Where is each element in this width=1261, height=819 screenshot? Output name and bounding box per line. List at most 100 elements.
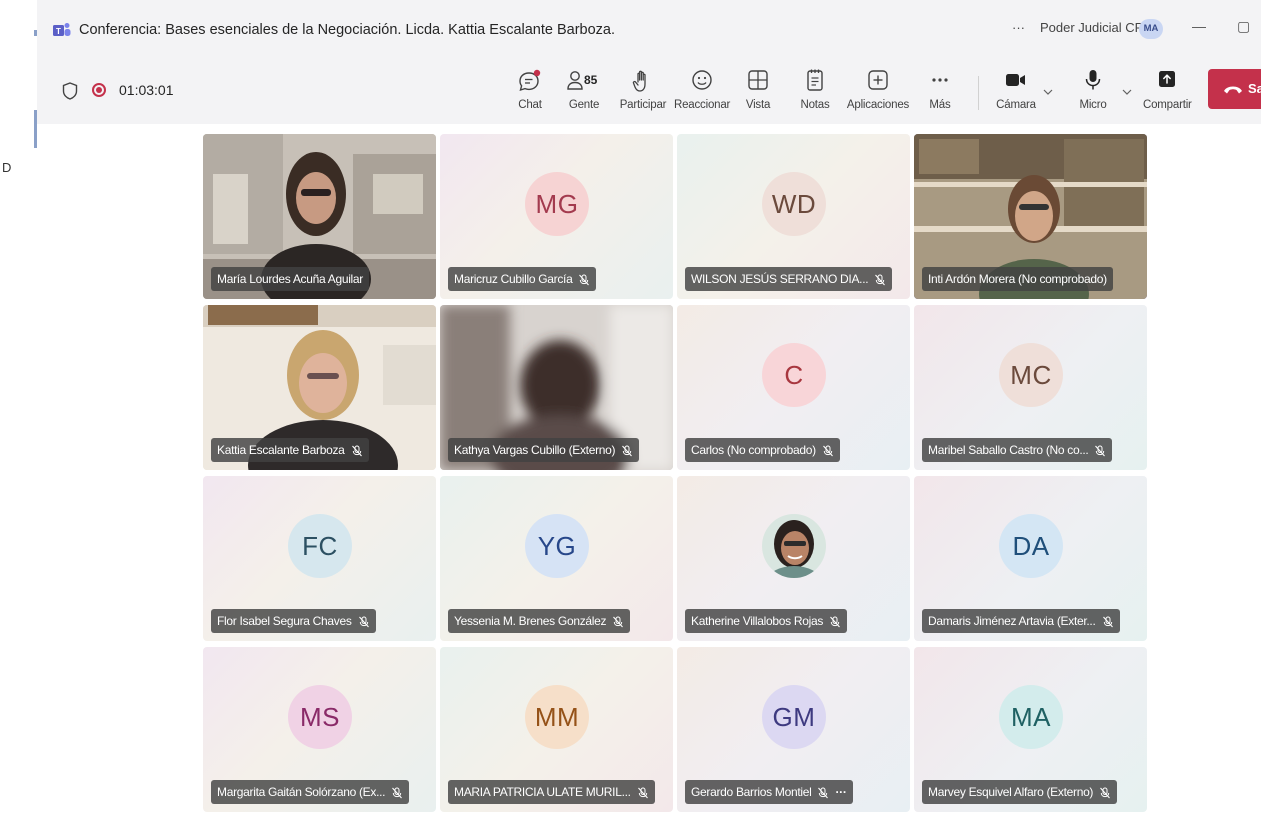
muted-mic-icon xyxy=(1100,787,1111,799)
participant-name-tag: Carlos (No comprobado) xyxy=(685,438,840,462)
participant-tile[interactable]: FC Flor Isabel Segura Chaves xyxy=(203,476,436,641)
chat-label: Chat xyxy=(518,99,542,111)
muted-mic-icon xyxy=(1102,616,1113,628)
raise-hand-label: Participar xyxy=(619,99,667,111)
participant-avatar: MC xyxy=(999,343,1063,407)
participant-avatar: MS xyxy=(288,685,352,749)
raise-hand-button[interactable]: Participar xyxy=(617,68,669,120)
participant-tile[interactable]: MC Maribel Saballo Castro (No co... xyxy=(914,305,1147,470)
microphone-icon xyxy=(1085,70,1101,90)
participant-name-tag: WILSON JESÚS SERRANO DIA... xyxy=(685,267,893,291)
react-label: Reaccionar xyxy=(674,99,731,111)
view-label: Vista xyxy=(745,99,771,111)
participant-avatar: YG xyxy=(525,514,589,578)
minimize-button[interactable]: — xyxy=(1192,18,1206,34)
participant-name-tag: Kattia Escalante Barboza xyxy=(211,438,369,462)
muted-mic-icon xyxy=(392,787,403,799)
svg-text:T: T xyxy=(56,27,61,36)
notes-button[interactable]: Notas xyxy=(799,68,831,120)
muted-mic-icon xyxy=(637,787,648,799)
participant-more-options-button[interactable]: ··· xyxy=(835,780,846,804)
hang-up-icon xyxy=(1224,86,1242,94)
meeting-timer: 01:03:01 xyxy=(119,82,174,98)
participant-avatar: WD xyxy=(762,172,826,236)
hand-icon xyxy=(632,70,646,92)
people-button[interactable]: 85 Gente xyxy=(562,68,606,120)
add-apps-icon xyxy=(868,70,888,90)
account-avatar[interactable]: MA xyxy=(1139,19,1163,39)
notes-label: Notas xyxy=(800,99,830,111)
share-label: Compartir xyxy=(1143,99,1192,111)
participant-tile[interactable]: GM Gerardo Barrios Montiel ··· xyxy=(677,647,910,812)
more-horizontal-icon xyxy=(932,78,948,82)
participant-name-tag: Inti Ardón Morera (No comprobado) xyxy=(922,267,1113,291)
muted-mic-icon xyxy=(351,445,362,457)
apps-button[interactable]: Aplicaciones xyxy=(846,68,910,120)
participant-tile[interactable]: YG Yessenia M. Brenes González xyxy=(440,476,673,641)
participant-name-tag: Maricruz Cubillo García xyxy=(448,267,597,291)
participant-tile[interactable]: MA Marvey Esquivel Alfaro (Externo) xyxy=(914,647,1147,812)
leave-button[interactable]: Sa xyxy=(1208,69,1261,109)
participant-tile[interactable]: MM MARIA PATRICIA ULATE MURIL... xyxy=(440,647,673,812)
react-button[interactable]: Reaccionar xyxy=(674,68,730,120)
notes-icon xyxy=(807,69,823,91)
participant-count: 85 xyxy=(584,73,598,87)
camera-button[interactable]: Cámara xyxy=(995,68,1037,120)
more-label: Más xyxy=(929,99,951,111)
participant-tile[interactable]: Kathya Vargas Cubillo (Externo) xyxy=(440,305,673,470)
camera-icon xyxy=(1006,74,1025,86)
participant-tile[interactable]: Kattia Escalante Barboza xyxy=(203,305,436,470)
muted-mic-icon xyxy=(622,445,633,457)
muted-mic-icon xyxy=(818,787,829,799)
people-icon: 85 xyxy=(562,68,606,96)
participant-avatar: FC xyxy=(288,514,352,578)
more-actions-button[interactable]: Más xyxy=(926,68,954,120)
participant-tile[interactable]: C Carlos (No comprobado) xyxy=(677,305,910,470)
apps-label: Aplicaciones xyxy=(846,99,910,111)
participant-tile[interactable]: DA Damaris Jiménez Artavia (Exter... xyxy=(914,476,1147,641)
shield-icon[interactable] xyxy=(62,82,78,100)
muted-mic-icon xyxy=(1095,445,1106,457)
emoji-icon xyxy=(692,70,712,90)
more-options-button[interactable]: ··· xyxy=(1012,20,1025,35)
participant-name-tag: MARIA PATRICIA ULATE MURIL... xyxy=(448,780,655,804)
meeting-toolbar: 01:03:01 Chat 85 Gente Participar Reacci… xyxy=(37,62,1261,125)
participant-name-tag: Kathya Vargas Cubillo (Externo) xyxy=(448,438,640,462)
muted-mic-icon xyxy=(830,616,840,628)
participant-avatar: MG xyxy=(525,172,589,236)
participant-tile[interactable]: MS Margarita Gaitán Solórzano (Ex... xyxy=(203,647,436,812)
recording-indicator xyxy=(92,83,106,97)
share-screen-icon xyxy=(1159,71,1175,87)
participant-tile[interactable]: Katherine Villalobos Rojas xyxy=(677,476,910,641)
leave-label: Sa xyxy=(1248,81,1261,96)
camera-label: Cámara xyxy=(996,99,1036,111)
maximize-button[interactable]: ▢ xyxy=(1237,18,1250,35)
share-button[interactable]: Compartir xyxy=(1143,68,1192,120)
muted-mic-icon xyxy=(358,616,369,628)
muted-mic-icon xyxy=(875,274,886,286)
title-bar: T Conferencia: Bases esenciales de la Ne… xyxy=(37,0,1261,62)
chat-icon xyxy=(519,69,541,92)
mic-options-chevron-icon[interactable] xyxy=(1122,88,1132,96)
video-gallery: María Lourdes Acuña Aguilar MG Maricruz … xyxy=(37,124,1261,819)
participant-name-tag: Damaris Jiménez Artavia (Exter... xyxy=(922,609,1120,633)
camera-options-chevron-icon[interactable] xyxy=(1043,88,1053,96)
grid-view-icon xyxy=(748,70,768,90)
participant-name-tag: María Lourdes Acuña Aguilar xyxy=(211,267,369,291)
participant-avatar: GM xyxy=(762,685,826,749)
participant-tile[interactable]: WD WILSON JESÚS SERRANO DIA... xyxy=(677,134,910,299)
participant-tile[interactable]: MG Maricruz Cubillo García xyxy=(440,134,673,299)
participant-tile-active-speaker[interactable]: Inti Ardón Morera (No comprobado) xyxy=(914,134,1147,299)
background-window-edge: D xyxy=(0,0,38,819)
participant-name-tag: Flor Isabel Segura Chaves xyxy=(211,609,376,633)
organization-name[interactable]: Poder Judicial CR xyxy=(1040,20,1144,35)
participant-tile[interactable]: María Lourdes Acuña Aguilar xyxy=(203,134,436,299)
participant-avatar: C xyxy=(762,343,826,407)
view-button[interactable]: Vista xyxy=(743,68,773,120)
chat-button[interactable]: Chat xyxy=(515,68,545,120)
mic-button[interactable]: Micro xyxy=(1075,68,1111,120)
participant-avatar: DA xyxy=(999,514,1063,578)
participant-avatar: MA xyxy=(999,685,1063,749)
participant-name-tag: Gerardo Barrios Montiel ··· xyxy=(685,780,853,804)
people-label: Gente xyxy=(568,99,600,111)
